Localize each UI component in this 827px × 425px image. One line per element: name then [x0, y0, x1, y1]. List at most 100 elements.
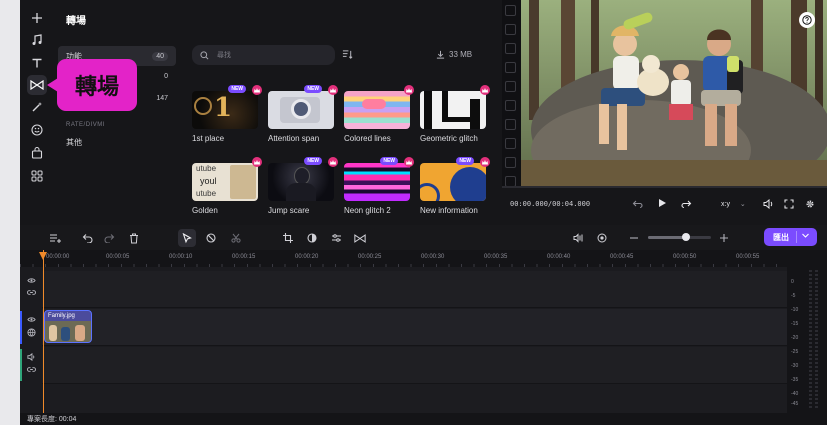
storage-size: 33 MB — [449, 50, 473, 59]
meter-bar-right — [815, 270, 818, 410]
panel-title: 轉場 — [66, 16, 86, 27]
premium-crown-icon — [252, 157, 262, 167]
search-box[interactable] — [192, 45, 335, 65]
speaker-icon[interactable] — [27, 353, 36, 361]
card-label: Colored lines — [344, 134, 391, 143]
undo-icon[interactable] — [78, 229, 96, 247]
new-badge: NEW — [456, 157, 474, 165]
step-back-icon[interactable] — [632, 198, 643, 209]
track-lane[interactable] — [42, 347, 787, 384]
transition-card-1st-place[interactable]: 1 NEW 1st place — [192, 85, 262, 143]
plus-icon[interactable] — [27, 8, 47, 28]
volume-icon[interactable] — [763, 199, 774, 209]
music-note-icon[interactable] — [27, 30, 47, 50]
text-icon[interactable] — [27, 53, 47, 73]
effects-wand-icon[interactable] — [27, 97, 47, 117]
search-icon — [200, 50, 209, 60]
audio-meter: 0 -5 -10 -15 -20 -25 -30 -35 -40 -45 — [787, 250, 827, 413]
link-icon[interactable] — [27, 366, 36, 373]
timeline-tracks: Family.jpg — [20, 250, 787, 414]
zoom-slider-handle[interactable] — [682, 233, 690, 241]
playhead-handle[interactable] — [39, 252, 47, 260]
track-lane[interactable] — [42, 384, 787, 414]
tick-label: 00:00:55 — [736, 254, 760, 260]
db-label: -10 — [791, 307, 799, 313]
transition-icon[interactable] — [351, 229, 369, 247]
timeline-ruler[interactable]: 00:00:00 00:00:05 00:00:10 00:00:15 00:0… — [20, 250, 787, 267]
thumbnail — [344, 163, 410, 201]
category-label: 其他 — [66, 137, 82, 147]
tick-label: 00:00:50 — [673, 254, 697, 260]
category-count: 147 — [156, 94, 168, 102]
db-label: -35 — [791, 377, 799, 383]
disable-icon[interactable] — [202, 229, 220, 247]
zoom-out-icon[interactable] — [625, 229, 643, 247]
meter-bar-left — [809, 270, 812, 410]
zoom-in-icon[interactable] — [715, 229, 733, 247]
aspect-ratio-select[interactable]: x:y ⌄ — [721, 200, 746, 208]
preview-scrubber[interactable] — [502, 186, 827, 188]
select-cursor-icon[interactable] — [178, 229, 196, 247]
transition-card-neon-glitch-2[interactable]: NEW Neon glitch 2 — [344, 157, 414, 215]
sticker-smile-icon[interactable] — [27, 120, 47, 140]
add-track-icon[interactable] — [46, 229, 64, 247]
bag-icon[interactable] — [27, 143, 47, 163]
transition-card-geometric-glitch[interactable]: Geometric glitch — [420, 85, 490, 143]
storage-indicator: 33 MB — [436, 50, 472, 59]
export-button[interactable]: 匯出 — [764, 228, 817, 246]
card-label: Attention span — [268, 134, 320, 143]
transition-card-new-information[interactable]: NEW New information — [420, 157, 490, 215]
step-forward-icon[interactable] — [681, 198, 692, 209]
download-icon — [436, 50, 445, 59]
db-label: -45 — [791, 401, 799, 407]
fullscreen-icon[interactable] — [784, 199, 794, 209]
gear-icon[interactable] — [805, 199, 815, 209]
thumb-text: youl — [200, 176, 217, 186]
timeline-clip[interactable]: Family.jpg — [44, 310, 92, 343]
sort-icon[interactable] — [342, 49, 353, 60]
tick-label: 00:00:35 — [484, 254, 508, 260]
thumbnail — [420, 91, 486, 129]
eye-icon[interactable] — [27, 316, 36, 323]
sliders-icon[interactable] — [327, 229, 345, 247]
new-badge: NEW — [304, 85, 322, 93]
adjust-icon[interactable] — [303, 229, 321, 247]
transition-card-attention-span[interactable]: NEW Attention span — [268, 85, 338, 143]
delete-icon[interactable] — [125, 229, 143, 247]
redo-icon[interactable] — [100, 229, 118, 247]
tick-label: 00:00:05 — [106, 254, 130, 260]
tick-label: 00:00:45 — [610, 254, 634, 260]
thumbnail: 1 — [192, 91, 258, 129]
scissors-icon[interactable] — [227, 229, 245, 247]
transition-card-colored-lines[interactable]: Colored lines — [344, 85, 414, 143]
transition-icon[interactable] — [27, 75, 47, 95]
transition-card-jump-scare[interactable]: NEW Jump scare — [268, 157, 338, 215]
crop-icon[interactable] — [279, 229, 297, 247]
playhead[interactable] — [43, 250, 44, 413]
premium-crown-icon — [480, 157, 490, 167]
split-audio-icon[interactable] — [569, 229, 587, 247]
track-lane[interactable] — [42, 271, 787, 308]
apps-grid-icon[interactable] — [27, 166, 47, 186]
category-other[interactable]: 其他 — [58, 132, 176, 152]
tick-label: 00:00:30 — [421, 254, 445, 260]
eye-icon[interactable] — [27, 277, 36, 284]
search-input[interactable] — [215, 50, 329, 60]
magnet-snap-icon[interactable] — [593, 229, 611, 247]
left-rail — [0, 0, 20, 425]
tick-label: 00:00:15 — [232, 254, 256, 260]
track-lane[interactable]: Family.jpg — [42, 309, 787, 346]
project-length: 專案長度: 00:04 — [27, 416, 77, 423]
globe-icon[interactable] — [27, 328, 36, 337]
chevron-down-icon[interactable] — [801, 231, 810, 240]
help-icon[interactable] — [799, 12, 815, 28]
export-label: 匯出 — [773, 232, 789, 242]
zoom-slider[interactable] — [648, 233, 711, 241]
active-track-marker — [20, 311, 22, 344]
link-icon[interactable] — [27, 289, 36, 296]
chevron-down-icon: ⌄ — [739, 201, 746, 208]
card-label: 1st place — [192, 134, 225, 143]
db-label: -15 — [791, 321, 799, 327]
transition-card-golden[interactable]: utube youl utube Golden — [192, 157, 262, 215]
play-icon[interactable] — [657, 198, 667, 208]
